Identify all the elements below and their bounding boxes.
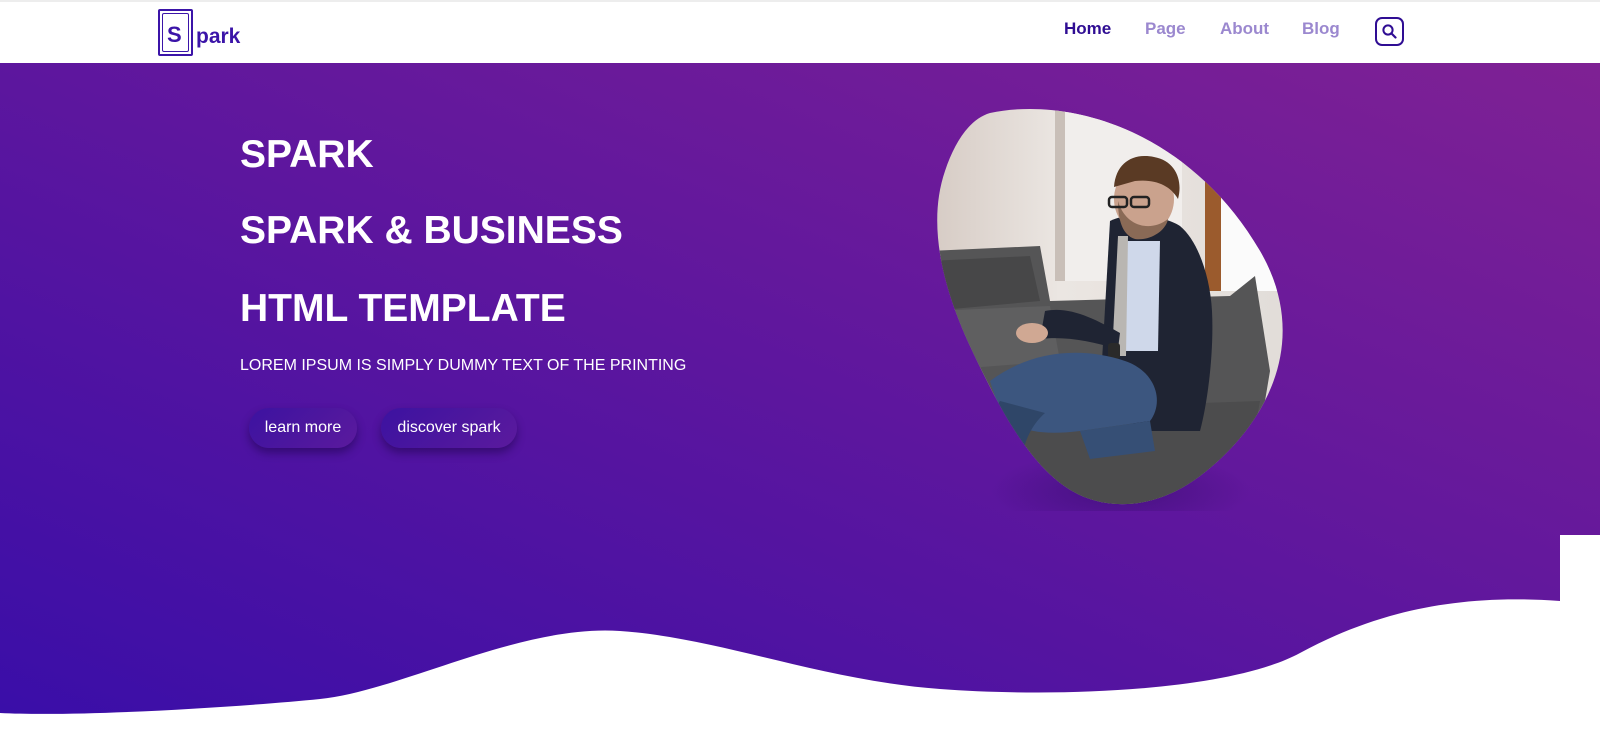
nav-item-about[interactable]: About	[1220, 20, 1269, 37]
hero-subtitle-template: HTML TEMPLATE	[240, 289, 566, 328]
hero-subtitle-regular: HTML	[240, 287, 359, 330]
logo[interactable]: S park	[158, 9, 258, 61]
navbar: S park Home Page About Blog	[0, 2, 1600, 63]
hero-description: LOREM IPSUM IS SIMPLY DUMMY TEXT OF THE …	[240, 357, 687, 374]
logo-text: park	[196, 25, 241, 48]
search-icon	[1382, 24, 1397, 39]
hero-subtitle: SPARK & BUSINESS	[240, 209, 623, 252]
discover-spark-button[interactable]: discover spark	[381, 408, 517, 448]
search-button[interactable]	[1375, 17, 1404, 46]
hero-title: SPARK	[240, 133, 374, 176]
logo-letter: S	[167, 22, 182, 47]
hero-subtitle-bold: TEMPLATE	[358, 287, 566, 330]
nav-item-home[interactable]: Home	[1064, 20, 1111, 37]
hero-section: SPARK SPARK & BUSINESS HTML TEMPLATE LOR…	[0, 63, 1600, 731]
nav-item-page[interactable]: Page	[1145, 20, 1186, 37]
learn-more-button[interactable]: learn more	[249, 408, 357, 448]
nav-item-blog[interactable]: Blog	[1302, 20, 1340, 37]
man-on-sofa-photo	[937, 108, 1283, 531]
hero-image	[930, 101, 1300, 531]
